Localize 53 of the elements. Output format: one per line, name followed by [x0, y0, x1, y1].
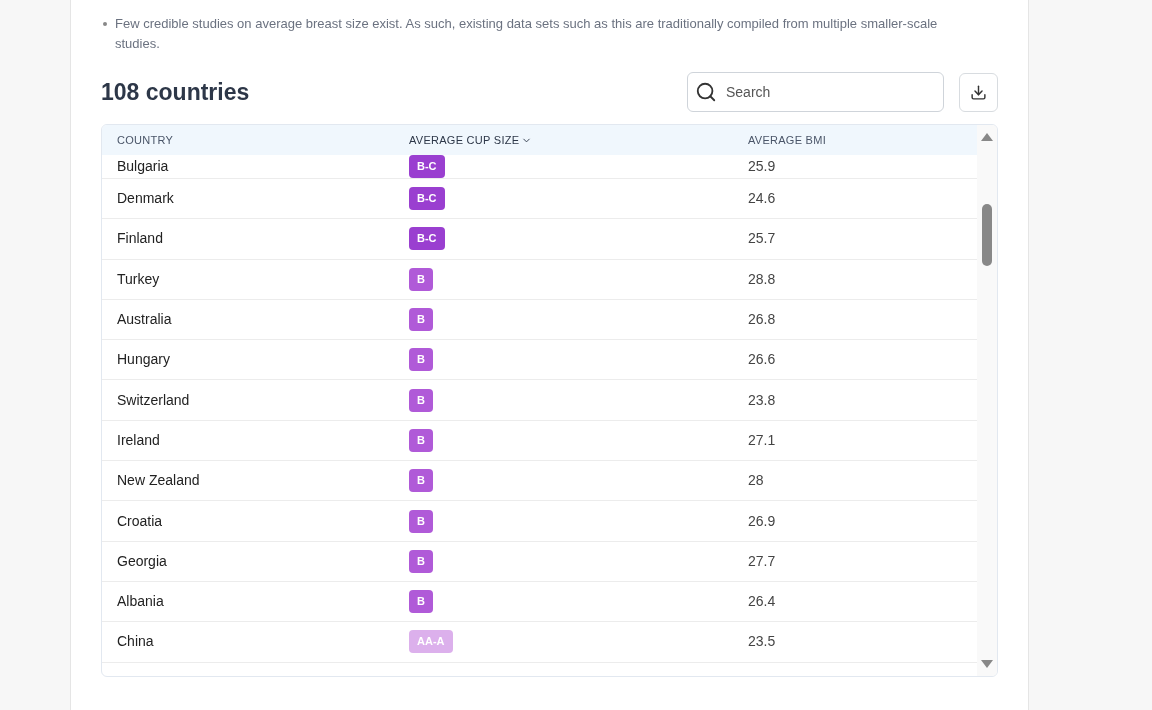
bmi-cell-text: 28: [748, 471, 764, 491]
bmi-cell-text: 23.8: [748, 390, 776, 410]
bmi-cell-text: 27.1: [748, 430, 776, 450]
cup-size-tag: B: [409, 549, 433, 573]
cup-size-tag: B-C: [409, 227, 445, 251]
bmi-cell-text: 24.6: [748, 189, 776, 209]
country-cell-text: Georgia: [117, 551, 167, 571]
scrollbar-thumb[interactable]: [982, 204, 992, 266]
bmi-cell-text: 26.6: [748, 350, 776, 370]
cup-size-tag: B: [409, 388, 433, 412]
cup-size-tag: B-C: [409, 155, 445, 178]
footnote-text: Few credible studies on average breast size exist. As such, existing data sets such as this are traditionally compiled from multiple smaller-scale studies.: [115, 15, 939, 53]
country-cell-text: Denmark: [117, 189, 174, 209]
search-field[interactable]: Search: [687, 72, 944, 112]
bmi-cell-text: 27.7: [748, 551, 776, 571]
cup-size-tag: B-C: [409, 187, 445, 211]
country-cell-text: Turkey: [117, 269, 160, 289]
cup-size-tag: B: [409, 308, 433, 332]
bmi-cell-text: 23.5: [748, 632, 776, 652]
column-header[interactable]: COUNTRY: [117, 131, 174, 149]
cup-size-tag: B: [409, 469, 433, 493]
bmi-cell-text: 26.4: [748, 592, 776, 612]
cup-size-tag: B: [409, 267, 433, 291]
cup-size-tag: B: [409, 428, 433, 452]
cup-size-tag: B: [409, 509, 433, 533]
download-icon: [970, 83, 987, 101]
bmi-cell-text: 28.8: [748, 269, 776, 289]
country-cell-text: Croatia: [117, 511, 163, 531]
country-cell-text: China: [117, 632, 154, 652]
country-cell-text: Hungary: [117, 350, 170, 370]
search-icon: [695, 81, 717, 103]
country-cell-text: Bulgaria: [117, 157, 169, 176]
scrollbar[interactable]: [977, 125, 997, 676]
column-header[interactable]: AVERAGE BMI: [748, 131, 826, 149]
bmi-cell-text: 26.9: [748, 511, 776, 531]
country-cell-text: New Zealand: [117, 471, 200, 491]
country-cell-text: Australia: [117, 310, 172, 330]
cup-size-tag: B: [409, 590, 433, 614]
country-cell-text: Finland: [117, 229, 163, 249]
scroll-up-icon[interactable]: [981, 133, 993, 141]
country-cell-text: Ireland: [117, 430, 160, 450]
country-cell-text: Albania: [117, 592, 164, 612]
bmi-cell-text: 26.8: [748, 310, 776, 330]
country-cell-text: Switzerland: [117, 390, 190, 410]
bmi-cell-text: 25.7: [748, 229, 776, 249]
download-button[interactable]: [959, 72, 998, 112]
cup-size-tag: AA-A: [409, 630, 453, 654]
cup-size-tag: B: [409, 348, 433, 372]
scroll-down-icon[interactable]: [981, 660, 993, 668]
bullet-icon: [103, 22, 107, 26]
column-header[interactable]: AVERAGE CUP SIZE: [409, 131, 533, 149]
results-heading: 108 countries: [101, 77, 250, 107]
bmi-cell-text: 25.9: [748, 157, 776, 176]
